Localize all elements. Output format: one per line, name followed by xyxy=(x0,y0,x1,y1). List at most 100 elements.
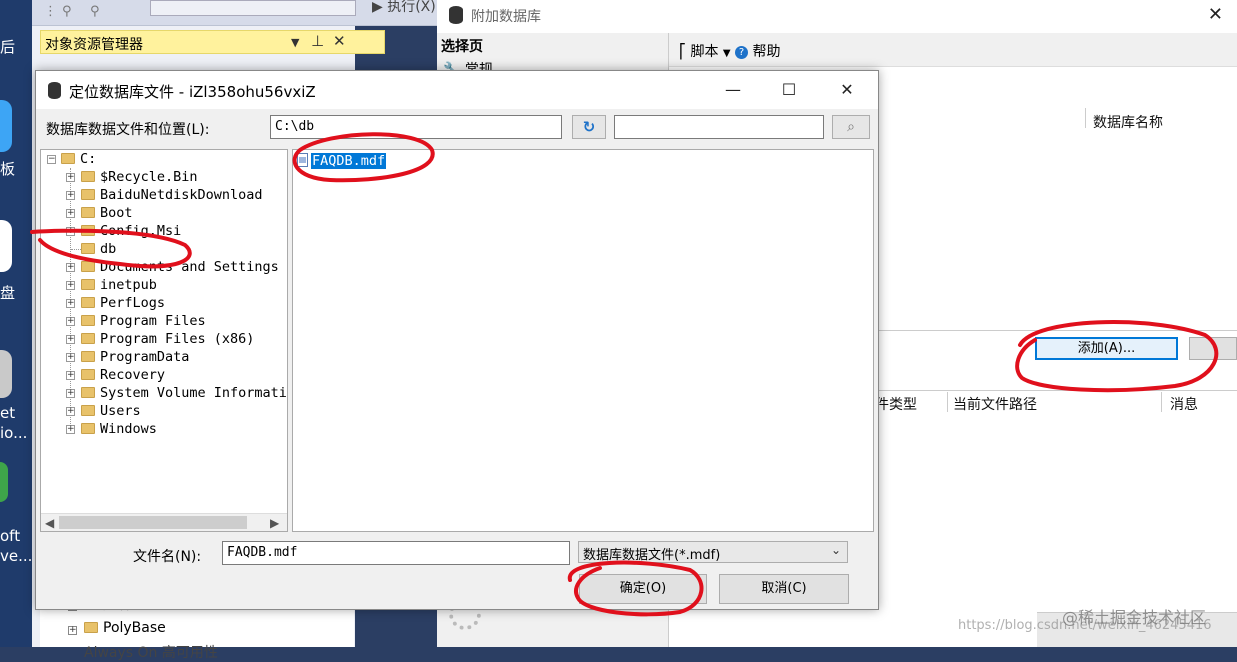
desktop-app-icon[interactable] xyxy=(0,100,12,152)
refresh-icon: ↻ xyxy=(582,118,596,136)
tree-item-folder[interactable]: inetpub xyxy=(81,276,157,294)
object-explorer-title-bar: 对象资源管理器 ▼ ⊥ ✕ xyxy=(40,30,385,54)
ok-button[interactable]: 确定(O) xyxy=(579,574,707,604)
file-type-value: 数据库数据文件(*.mdf) xyxy=(583,548,721,563)
scrollbar-thumb[interactable] xyxy=(59,516,247,529)
expand-icon[interactable]: + xyxy=(66,191,75,200)
column-database-name[interactable]: 数据库名称 xyxy=(1093,112,1163,132)
close-icon[interactable]: ✕ xyxy=(333,32,346,50)
tree-item-folder[interactable]: Users xyxy=(81,402,141,420)
execute-button[interactable]: ▶ 执行(X) xyxy=(372,0,436,16)
tree-item-folder[interactable]: System Volume Informati xyxy=(81,384,287,402)
desktop-label: oft xyxy=(0,527,21,545)
filter-icon[interactable]: ⚲ xyxy=(90,4,100,19)
cancel-button[interactable]: 取消(C) xyxy=(719,574,849,604)
tree-item-polybase[interactable]: PolyBase xyxy=(84,620,166,636)
file-item-selected[interactable]: FAQDB.mdf xyxy=(297,152,387,170)
tree-item-folder[interactable]: Recovery xyxy=(81,366,165,384)
file-name-label: 文件名(N): xyxy=(133,549,202,565)
search-input[interactable] xyxy=(614,115,824,139)
ssms-toolbar: ⋮ ⚲ ⚲ ▶ 执行(X) xyxy=(32,0,437,26)
file-name-input[interactable]: FAQDB.mdf xyxy=(222,541,570,565)
tree-item-db[interactable]: db xyxy=(81,240,116,258)
add-button[interactable]: 添加(A)... xyxy=(1035,337,1178,360)
help-label[interactable]: 帮助 xyxy=(753,44,781,60)
expand-icon[interactable]: + xyxy=(66,173,75,182)
expand-icon[interactable]: + xyxy=(66,389,75,398)
column-current-path[interactable]: 当前文件路径 xyxy=(953,394,1037,414)
expand-icon[interactable]: + xyxy=(66,335,75,344)
location-input[interactable]: C:\db xyxy=(270,115,562,139)
script-button[interactable]: ⎡ 脚本 ▼ ? 帮助 xyxy=(679,41,781,61)
tree-item-folder[interactable]: Documents and Settings xyxy=(81,258,279,276)
tree-item-folder[interactable]: Program Files (x86) xyxy=(81,330,254,348)
locate-dialog-title: 定位数据库文件 - iZl358ohu56vxiZ xyxy=(69,83,316,101)
close-icon[interactable]: ✕ xyxy=(1208,4,1223,25)
expand-icon[interactable]: + xyxy=(66,353,75,362)
select-page-header: 选择页 xyxy=(441,39,483,55)
location-label: 数据库数据文件和位置(L): xyxy=(46,122,210,138)
tree-item-folder[interactable]: BaiduNetdiskDownload xyxy=(81,186,263,204)
dropdown-icon[interactable]: ▼ xyxy=(291,36,299,49)
object-explorer-title: 对象资源管理器 xyxy=(45,37,143,53)
expand-icon[interactable]: + xyxy=(66,281,75,290)
pin-icon[interactable]: ⊥ xyxy=(311,32,324,50)
tree-item-drive-c[interactable]: C: xyxy=(61,150,96,168)
scroll-right-icon[interactable]: ▶ xyxy=(270,514,279,531)
baidu-netdisk-icon[interactable] xyxy=(0,220,12,272)
tree-item-folder[interactable]: Program Files xyxy=(81,312,206,330)
expand-icon[interactable]: + xyxy=(68,626,77,635)
expand-icon[interactable]: + xyxy=(66,425,75,434)
tree-horizontal-scrollbar[interactable]: ◀ ▶ xyxy=(41,513,287,531)
grip-icon: ⋮ xyxy=(44,4,57,19)
search-button[interactable]: ⌕ xyxy=(832,115,870,139)
column-file-type[interactable]: 件类型 xyxy=(875,394,917,414)
tree-item-folder[interactable]: Windows xyxy=(81,420,157,438)
remove-button[interactable] xyxy=(1189,337,1237,360)
expand-icon[interactable]: + xyxy=(66,317,75,326)
desktop-label: io... xyxy=(0,424,28,442)
tree-item-always-on[interactable]: Always On 高可用性 xyxy=(84,642,218,662)
minimize-icon[interactable]: — xyxy=(710,77,756,103)
expand-icon[interactable]: + xyxy=(66,407,75,416)
file-type-select[interactable]: 数据库数据文件(*.mdf) ⌄ xyxy=(578,541,848,563)
locate-dialog-title-bar: 定位数据库文件 - iZl358ohu56vxiZ — ☐ ✕ xyxy=(36,71,878,109)
desktop-label: 盘 xyxy=(0,284,16,302)
tree-item-folder[interactable]: PerfLogs xyxy=(81,294,165,312)
maximize-icon[interactable]: ☐ xyxy=(766,77,812,103)
desktop-label: 板 xyxy=(0,160,16,178)
desktop-app-icon[interactable] xyxy=(0,350,12,398)
column-message[interactable]: 消息 xyxy=(1170,394,1198,414)
database-icon xyxy=(449,6,463,24)
debug-icon[interactable]: ⚲ xyxy=(62,4,72,19)
tree-item-folder[interactable]: ProgramData xyxy=(81,348,189,366)
expand-icon[interactable]: + xyxy=(66,299,75,308)
desktop-app-icon[interactable] xyxy=(0,462,8,502)
desktop-label: ve... xyxy=(0,547,33,565)
file-name: FAQDB.mdf xyxy=(311,153,387,169)
attach-dialog-title-bar: 附加数据库 ✕ xyxy=(437,0,1237,33)
refresh-button[interactable]: ↻ xyxy=(572,115,606,139)
collapse-icon[interactable]: − xyxy=(47,155,56,164)
database-selector[interactable] xyxy=(150,0,356,16)
expand-icon[interactable]: + xyxy=(66,227,75,236)
expand-icon[interactable]: + xyxy=(66,209,75,218)
chevron-down-icon: ⌄ xyxy=(830,543,841,557)
scroll-left-icon[interactable]: ◀ xyxy=(45,514,54,531)
attach-toolbar: ⎡ 脚本 ▼ ? 帮助 xyxy=(669,33,1237,67)
expand-icon[interactable]: + xyxy=(66,263,75,272)
tree-item-folder[interactable]: Boot xyxy=(81,204,133,222)
tree-item-folder[interactable]: $Recycle.Bin xyxy=(81,168,198,186)
attach-dialog-title: 附加数据库 xyxy=(471,9,541,25)
chevron-down-icon: ▼ xyxy=(722,48,731,59)
execute-label: 执行(X) xyxy=(387,0,436,15)
tree-item-folder[interactable]: Config.Msi xyxy=(81,222,181,240)
file-icon xyxy=(297,153,308,167)
help-icon: ? xyxy=(735,46,749,59)
desktop-label: et xyxy=(0,404,16,422)
close-icon[interactable]: ✕ xyxy=(824,77,870,103)
database-icon xyxy=(48,82,61,99)
expand-icon[interactable]: + xyxy=(66,371,75,380)
search-icon: ⌕ xyxy=(847,119,855,135)
watermark-site: @稀土掘金技术社区 xyxy=(1062,608,1207,627)
